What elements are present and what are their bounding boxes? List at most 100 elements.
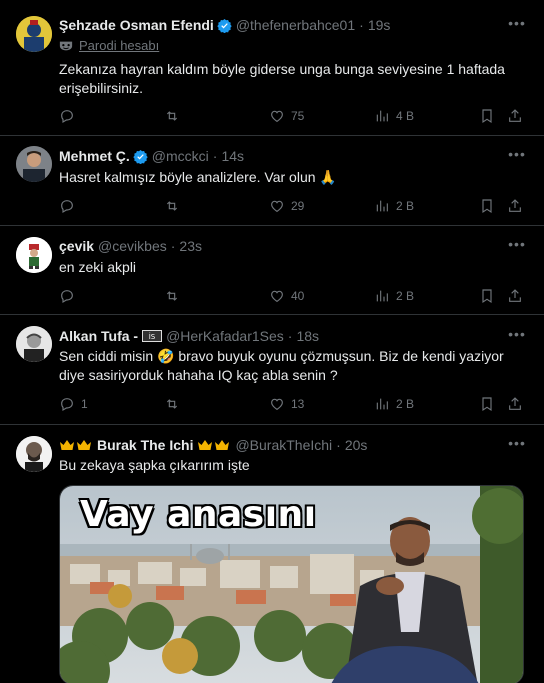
tweet-header: Mehmet Ç. @mcckci · 14s bbox=[59, 147, 244, 165]
reply-icon bbox=[61, 290, 73, 304]
like-button[interactable]: 29 bbox=[269, 197, 304, 215]
share-button[interactable] bbox=[507, 395, 523, 413]
crown-icon bbox=[60, 440, 74, 450]
heart-icon bbox=[271, 200, 283, 212]
reply-icon bbox=[61, 110, 73, 124]
timestamp[interactable]: 23s bbox=[179, 238, 202, 254]
bookmark-button[interactable] bbox=[479, 197, 495, 215]
more-options-icon[interactable]: ••• bbox=[508, 327, 526, 347]
tweet-header: Burak The Ichi @BurakTheIchi · 20s bbox=[59, 436, 367, 454]
crown-emoji-pair bbox=[59, 439, 93, 451]
separator-dot: · bbox=[359, 17, 364, 33]
share-button[interactable] bbox=[507, 107, 523, 125]
repost-icon bbox=[166, 201, 178, 211]
bookmark-button[interactable] bbox=[479, 107, 495, 125]
heart-icon bbox=[271, 398, 283, 410]
separator-dot: · bbox=[287, 328, 293, 344]
repost-button[interactable] bbox=[164, 107, 186, 125]
views-button[interactable]: 2 B bbox=[374, 287, 414, 305]
timestamp[interactable]: 19s bbox=[368, 17, 391, 33]
tweet-text: Zekanıza hayran kaldım böyle giderse ung… bbox=[59, 61, 505, 96]
timestamp[interactable]: 20s bbox=[345, 437, 368, 453]
avatar[interactable] bbox=[16, 436, 52, 472]
tweet-header: çevik @cevikbes · 23s bbox=[59, 237, 202, 255]
like-button[interactable]: 13 bbox=[269, 395, 304, 413]
analytics-icon bbox=[376, 290, 388, 302]
timestamp[interactable]: 18s bbox=[296, 328, 319, 344]
handle[interactable]: @BurakTheIchi bbox=[235, 437, 332, 453]
separator-dot: · bbox=[336, 437, 341, 453]
repost-button[interactable] bbox=[164, 395, 186, 413]
more-options-icon[interactable]: ••• bbox=[508, 237, 526, 257]
tweet-actions: 40 2 B bbox=[59, 287, 525, 305]
tweet-actions: 75 4 B bbox=[59, 107, 525, 125]
more-options-icon[interactable]: ••• bbox=[508, 147, 526, 167]
bookmark-icon bbox=[482, 199, 492, 214]
views-button[interactable]: 2 B bbox=[374, 395, 414, 413]
tweet-2[interactable]: Mehmet Ç. @mcckci · 14s ••• Hasret kalmı… bbox=[0, 136, 544, 226]
avatar[interactable] bbox=[16, 326, 52, 362]
tweet-text: Hasret kalmışız böyle analizlere. Var ol… bbox=[59, 169, 337, 185]
heart-icon bbox=[271, 110, 283, 122]
parody-label: Parodi hesabı bbox=[59, 38, 159, 53]
party-logo-icon: İS bbox=[142, 330, 163, 342]
reply-button[interactable] bbox=[59, 107, 81, 125]
bookmark-button[interactable] bbox=[479, 395, 495, 413]
like-button[interactable]: 40 bbox=[269, 287, 304, 305]
tweet-1[interactable]: Şehzade Osman Efendi @thefenerbahce01 · … bbox=[0, 0, 544, 136]
avatar[interactable] bbox=[16, 16, 52, 52]
handle[interactable]: @HerKafadar1Ses bbox=[166, 328, 284, 344]
views-button[interactable]: 2 B bbox=[374, 197, 414, 215]
repost-button[interactable] bbox=[164, 287, 186, 305]
repost-button[interactable] bbox=[164, 197, 186, 215]
analytics-icon bbox=[376, 200, 388, 212]
tweet-4[interactable]: Alkan Tufa - İS @HerKafadar1Ses · 18s ••… bbox=[0, 315, 544, 425]
views-button[interactable]: 4 B bbox=[374, 107, 414, 125]
bookmark-icon bbox=[482, 109, 492, 124]
bookmark-button[interactable] bbox=[479, 287, 495, 305]
display-name[interactable]: Şehzade Osman Efendi bbox=[59, 17, 214, 33]
avatar[interactable] bbox=[16, 237, 52, 273]
reply-icon bbox=[61, 398, 73, 412]
meme-caption: Vay anasını bbox=[79, 493, 317, 536]
more-options-icon[interactable]: ••• bbox=[508, 16, 526, 36]
avatar[interactable] bbox=[16, 146, 52, 182]
reply-icon bbox=[61, 200, 73, 214]
parody-text[interactable]: Parodi hesabı bbox=[79, 38, 159, 53]
tweet-header: Şehzade Osman Efendi @thefenerbahce01 · … bbox=[59, 16, 390, 34]
share-icon bbox=[509, 289, 521, 302]
share-icon bbox=[509, 397, 521, 410]
verified-badge-icon bbox=[133, 149, 148, 164]
analytics-icon bbox=[376, 110, 388, 122]
share-button[interactable] bbox=[507, 197, 523, 215]
analytics-icon bbox=[376, 398, 388, 410]
repost-icon bbox=[166, 399, 178, 409]
reply-button[interactable]: 1 bbox=[59, 395, 88, 413]
tweet-3[interactable]: çevik @cevikbes · 23s ••• en zeki akpli … bbox=[0, 226, 544, 315]
timestamp[interactable]: 14s bbox=[221, 148, 244, 164]
crown-icon bbox=[77, 440, 91, 450]
tweet-media-image[interactable]: Vay anasını bbox=[59, 485, 524, 683]
share-icon bbox=[509, 109, 521, 122]
tweet-actions: 1 13 2 B bbox=[59, 395, 525, 413]
tweet-text: Sen ciddi misin 🤣 bravo buyuk oyunu çözm… bbox=[59, 348, 504, 383]
more-options-icon[interactable]: ••• bbox=[508, 436, 526, 456]
share-button[interactable] bbox=[507, 287, 523, 305]
display-name[interactable]: Mehmet Ç. bbox=[59, 148, 130, 164]
theater-mask-icon bbox=[59, 41, 73, 50]
share-icon bbox=[509, 199, 521, 212]
like-button[interactable]: 75 bbox=[269, 107, 304, 125]
handle[interactable]: @mcckci bbox=[152, 148, 209, 164]
display-name[interactable]: Burak The Ichi bbox=[97, 437, 193, 453]
separator-dot: · bbox=[170, 238, 176, 254]
display-name[interactable]: Alkan Tufa - bbox=[59, 328, 138, 344]
reply-button[interactable] bbox=[59, 287, 81, 305]
reply-button[interactable] bbox=[59, 197, 81, 215]
repost-icon bbox=[166, 111, 178, 121]
crown-icon bbox=[215, 440, 230, 450]
handle[interactable]: @thefenerbahce01 bbox=[236, 17, 355, 33]
handle[interactable]: @cevikbes bbox=[98, 238, 167, 254]
heart-icon bbox=[271, 290, 283, 302]
display-name[interactable]: çevik bbox=[59, 238, 94, 254]
tweet-actions: 29 2 B bbox=[59, 197, 525, 215]
